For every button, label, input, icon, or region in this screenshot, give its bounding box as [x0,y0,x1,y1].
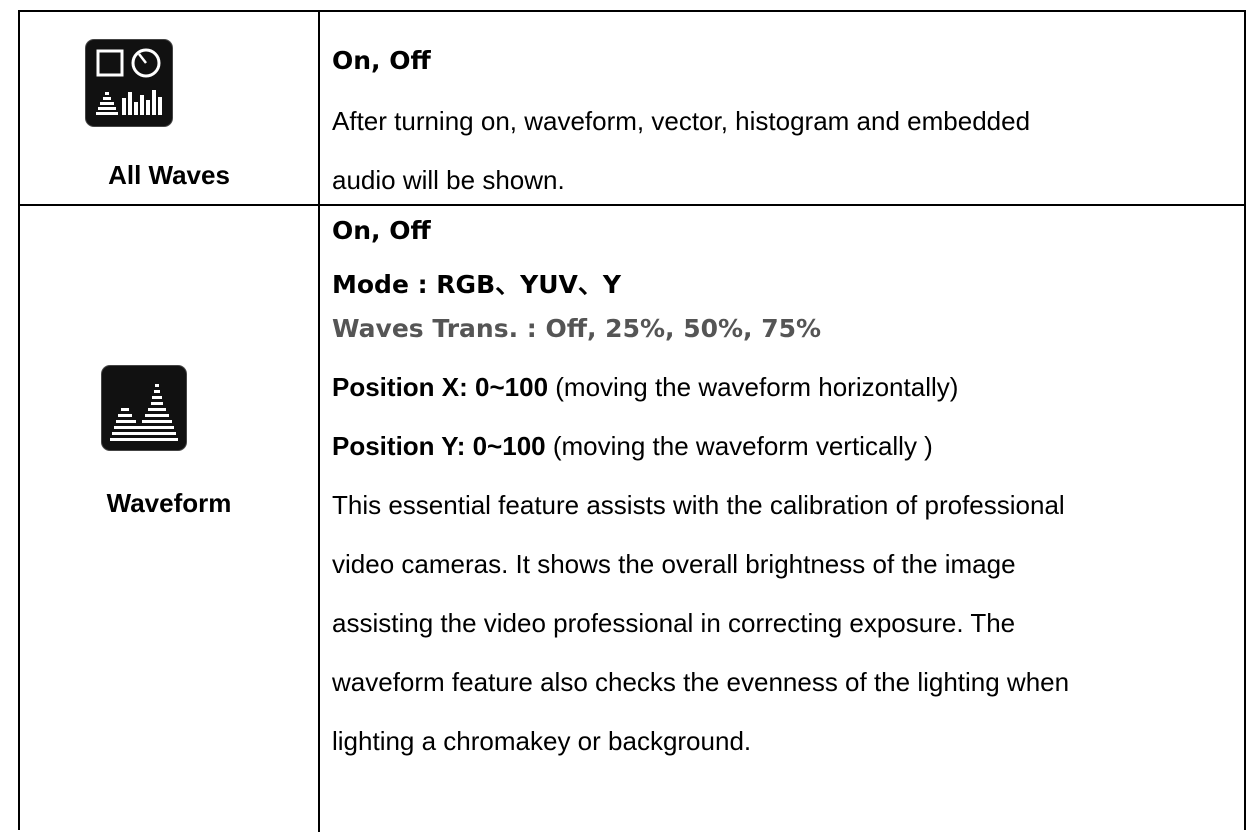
position-y-option: Position Y: 0~100 (moving the waveform v… [332,431,933,462]
description-line: waveform feature also checks the evennes… [332,667,1070,697]
position-x-option: Position X: 0~100 (moving the waveform h… [332,372,958,403]
position-x-note: (moving the waveform horizontally) [548,372,959,402]
transparency-option: Waves Trans. : Off, 25%, 50%, 75% [332,314,822,343]
position-y-label: Position Y: 0~100 [332,431,546,461]
all-waves-icon [86,40,172,126]
icon-cell: All Waves [20,12,318,204]
waveform-icon [102,366,186,450]
position-x-label: Position X: 0~100 [332,372,549,402]
icon-cell: Waveform [20,206,318,832]
description-line: This essential feature assists with the … [332,490,1065,520]
option-values: On, Off [332,216,431,245]
description-line: video cameras. It shows the overall brig… [332,549,1016,579]
description-line: After turning on, waveform, vector, hist… [332,106,1031,136]
row-name: Waveform [106,488,232,518]
description-line: lighting a chromakey or background. [332,726,752,756]
position-y-note: (moving the waveform vertically ) [545,431,933,461]
table-row-waveform: Waveform On, Off Mode : RGB、YUV、Y Waves … [20,206,1244,832]
table-row-all-waves: All Waves On, Off After turning on, wave… [20,12,1244,204]
description-line: audio will be shown. [332,165,565,195]
option-values: On, Off [332,46,431,75]
mode-option: Mode : RGB、YUV、Y [332,270,621,299]
description-line: assisting the video professional in corr… [332,608,1016,638]
settings-table: All Waves On, Off After turning on, wave… [18,10,1246,832]
row-name: All Waves [108,160,230,190]
